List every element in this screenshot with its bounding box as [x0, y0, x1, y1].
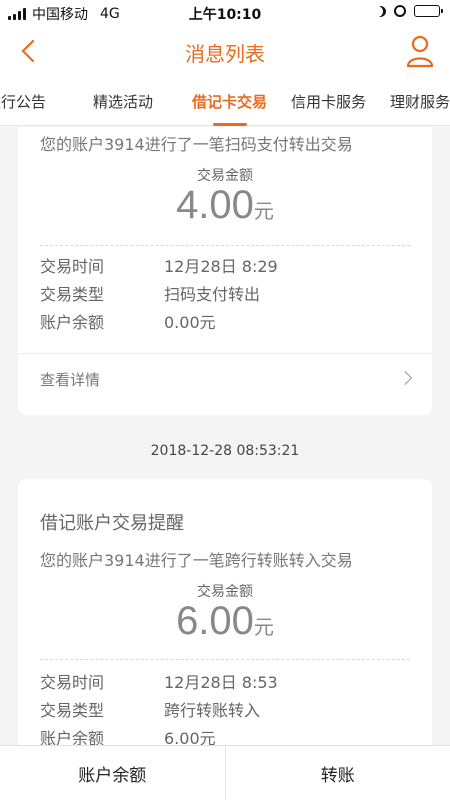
amount-label: 交易金额 [197, 168, 253, 184]
amount-value: 6.00元 [18, 599, 432, 644]
account-balance-button[interactable]: 账户余额 [0, 746, 225, 800]
transaction-time-value: 12月28日 8:29 [164, 257, 278, 276]
tab-bank-announcements[interactable]: 银行公告 [0, 91, 46, 112]
chevron-right-icon[interactable] [397, 370, 413, 386]
account-balance-label: 账户余额 [40, 729, 105, 745]
page-title: 消息列表 [185, 42, 265, 66]
divider [40, 659, 410, 660]
header: 消息列表 [0, 26, 450, 76]
alarm-icon [394, 5, 406, 17]
amount-unit: 元 [253, 615, 274, 639]
battery-icon [414, 5, 443, 17]
transaction-time-label: 交易时间 [40, 257, 105, 276]
message-list[interactable]: 您的账户3914进行了一笔扫码支付转出交易 交易金额 4.00元 交易时间 12… [0, 127, 450, 745]
message-description: 您的账户3914进行了一笔扫码支付转出交易 [40, 135, 353, 154]
transaction-type-value: 跨行转账转入 [164, 701, 261, 720]
transaction-time-value: 12月28日 8:53 [164, 673, 278, 692]
status-bar: 中国移动 4G 上午10:10 [0, 0, 450, 26]
account-balance-label: 账户余额 [40, 313, 105, 332]
transaction-time-label: 交易时间 [40, 673, 105, 692]
bottom-action-bar: 账户余额 转账 [0, 745, 450, 800]
amount-value: 4.00元 [18, 183, 432, 228]
message-timestamp: 2018-12-28 08:53:21 [150, 443, 300, 459]
amount-number: 4.00 [176, 183, 254, 227]
account-balance-value: 0.00元 [164, 313, 216, 332]
divider [18, 353, 432, 354]
account-balance-value: 6.00元 [164, 729, 216, 745]
divider [40, 245, 410, 246]
tab-bar: 银行公告 精选活动 借记卡交易 信用卡服务 理财服务 [0, 76, 450, 126]
view-details-link[interactable]: 查看详情 [40, 369, 100, 390]
tab-debit-card-transactions[interactable]: 借记卡交易 [192, 91, 267, 112]
tab-credit-card-services[interactable]: 信用卡服务 [291, 91, 366, 112]
message-title: 借记账户交易提醒 [40, 513, 184, 534]
amount-unit: 元 [253, 199, 274, 223]
transfer-button[interactable]: 转账 [224, 746, 450, 800]
user-button[interactable] [404, 34, 436, 68]
transaction-type-label: 交易类型 [40, 285, 105, 304]
message-card[interactable]: 您的账户3914进行了一笔扫码支付转出交易 交易金额 4.00元 交易时间 12… [18, 127, 432, 415]
tab-featured-activities[interactable]: 精选活动 [93, 91, 153, 112]
amount-number: 6.00 [176, 599, 254, 643]
message-description: 您的账户3914进行了一笔跨行转账转入交易 [40, 551, 353, 570]
user-icon [406, 35, 434, 68]
active-tab-indicator [213, 123, 247, 126]
moon-icon [375, 6, 386, 17]
status-right [375, 5, 443, 17]
transaction-type-value: 扫码支付转出 [164, 285, 261, 304]
transaction-type-label: 交易类型 [40, 701, 105, 720]
message-card[interactable]: 借记账户交易提醒 您的账户3914进行了一笔跨行转账转入交易 交易金额 6.00… [18, 479, 432, 745]
amount-label: 交易金额 [197, 584, 253, 600]
tab-wealth-services[interactable]: 理财服务 [390, 91, 450, 112]
